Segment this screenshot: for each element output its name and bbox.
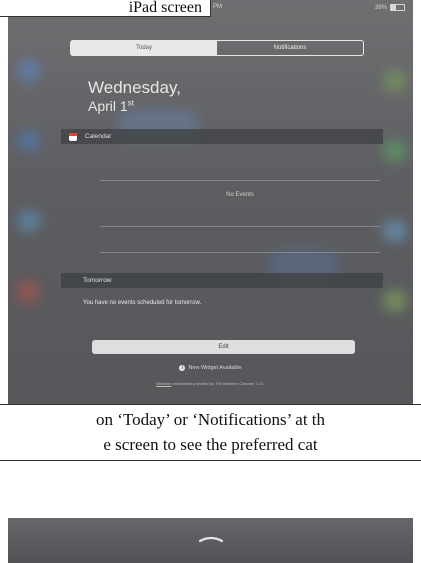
- pull-up-handle-icon[interactable]: [198, 535, 224, 543]
- instruction-caption: on ‘Today’ or ‘Notifications’ at th e sc…: [0, 404, 421, 461]
- no-events-label: No Events: [226, 192, 254, 198]
- info-icon: i: [179, 365, 186, 371]
- battery-icon: [390, 4, 405, 11]
- new-widget-label: New Widget Available: [188, 365, 242, 371]
- date-display: Wednesday, April 1st: [88, 78, 181, 115]
- tomorrow-header-label: Tomorrow: [83, 277, 112, 284]
- tab-today[interactable]: Today: [71, 41, 217, 55]
- battery-status: 38%: [375, 4, 405, 11]
- weather-credit: Weather information provided by The Weat…: [8, 381, 413, 386]
- instruction-line-2: e screen to see the preferred cat: [103, 435, 318, 454]
- divider: [100, 252, 380, 253]
- weekday-label: Wednesday,: [88, 78, 181, 97]
- weather-link[interactable]: Weather: [156, 381, 171, 386]
- tab-notifications[interactable]: Notifications: [217, 41, 363, 55]
- weather-credit-text: information provided by The Weather Chan…: [172, 381, 265, 386]
- ipad-screen-callout: iPad screen: [0, 0, 211, 17]
- edit-button[interactable]: Edit: [92, 340, 355, 354]
- calendar-header-label: Calendar: [85, 133, 112, 140]
- month-day-label: April 1st: [88, 98, 134, 115]
- battery-percent: 38%: [374, 4, 387, 11]
- tomorrow-summary: You have no events scheduled for tomorro…: [83, 300, 202, 306]
- instruction-line-1: on ‘Today’ or ‘Notifications’ at th: [95, 410, 326, 429]
- calendar-icon: [69, 132, 77, 141]
- divider: [100, 226, 380, 227]
- segmented-control: Today Notifications: [70, 40, 364, 56]
- ipad-bottom-edge: [8, 518, 413, 563]
- ipad-screen: 6 PM 38% Today Notifications Wednesday, …: [8, 0, 413, 404]
- calendar-widget-header[interactable]: Calendar: [61, 129, 383, 144]
- divider: [100, 180, 380, 181]
- tomorrow-widget-header[interactable]: Tomorrow: [61, 273, 383, 288]
- new-widget-notice[interactable]: i New Widget Available: [8, 365, 413, 371]
